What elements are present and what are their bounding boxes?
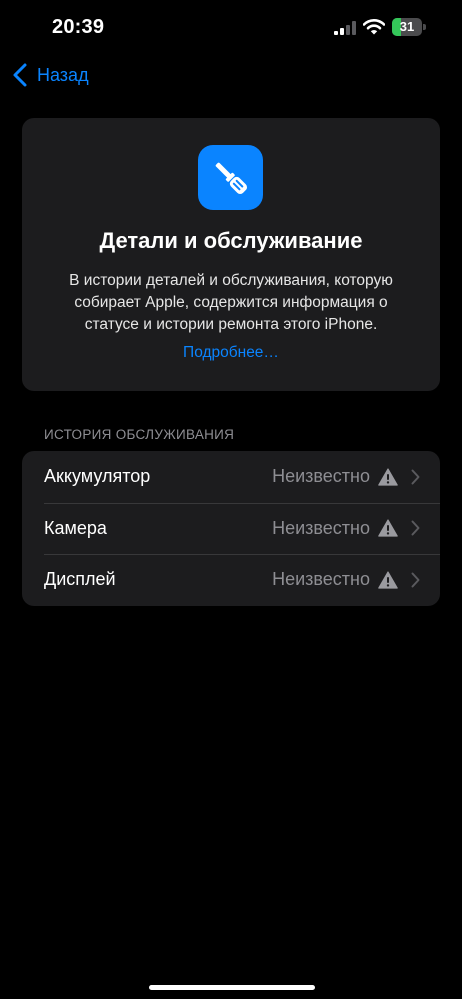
battery-charging-icon: 31: [392, 18, 426, 36]
battery-tip: [423, 24, 426, 30]
warning-icon: [378, 519, 398, 537]
row-display[interactable]: Дисплей Неизвестно: [22, 554, 440, 606]
battery-body: 31: [392, 18, 422, 36]
learn-more-link[interactable]: Подробнее…: [22, 344, 440, 362]
section-header-service-history: ИСТОРИЯ ОБСЛУЖИВАНИЯ: [44, 427, 235, 442]
row-value: Неизвестно: [272, 466, 370, 487]
card-description: В истории деталей и обслуживания, котору…: [69, 272, 393, 333]
home-indicator[interactable]: [149, 985, 315, 990]
row-camera[interactable]: Камера Неизвестно: [22, 502, 440, 555]
row-value: Неизвестно: [272, 569, 370, 590]
chevron-right-icon: [411, 520, 420, 536]
warning-icon: [378, 468, 398, 486]
card-title: Детали и обслуживание: [99, 228, 363, 253]
chevron-right-icon: [411, 572, 420, 588]
cellular-signal-icon: [334, 21, 356, 35]
parts-service-card: Детали и обслуживание В истории деталей …: [22, 118, 440, 391]
row-label: Дисплей: [44, 569, 116, 590]
screwdriver-icon: [198, 145, 263, 210]
row-label: Камера: [44, 517, 107, 538]
warning-icon: [378, 571, 398, 589]
status-bar: 20:39 31: [0, 0, 462, 56]
wifi-icon: [363, 19, 385, 35]
status-time: 20:39: [52, 16, 105, 38]
battery-percent: 31: [399, 19, 415, 34]
chevron-right-icon: [411, 469, 420, 485]
chevron-left-icon: [13, 63, 27, 87]
row-battery[interactable]: Аккумулятор Неизвестно: [22, 451, 440, 503]
row-value: Неизвестно: [272, 517, 370, 538]
back-button[interactable]: Назад: [12, 60, 89, 90]
row-label: Аккумулятор: [44, 466, 151, 487]
service-history-list: Аккумулятор Неизвестно Камера Неизвестно…: [22, 451, 440, 606]
back-label: Назад: [37, 64, 89, 85]
